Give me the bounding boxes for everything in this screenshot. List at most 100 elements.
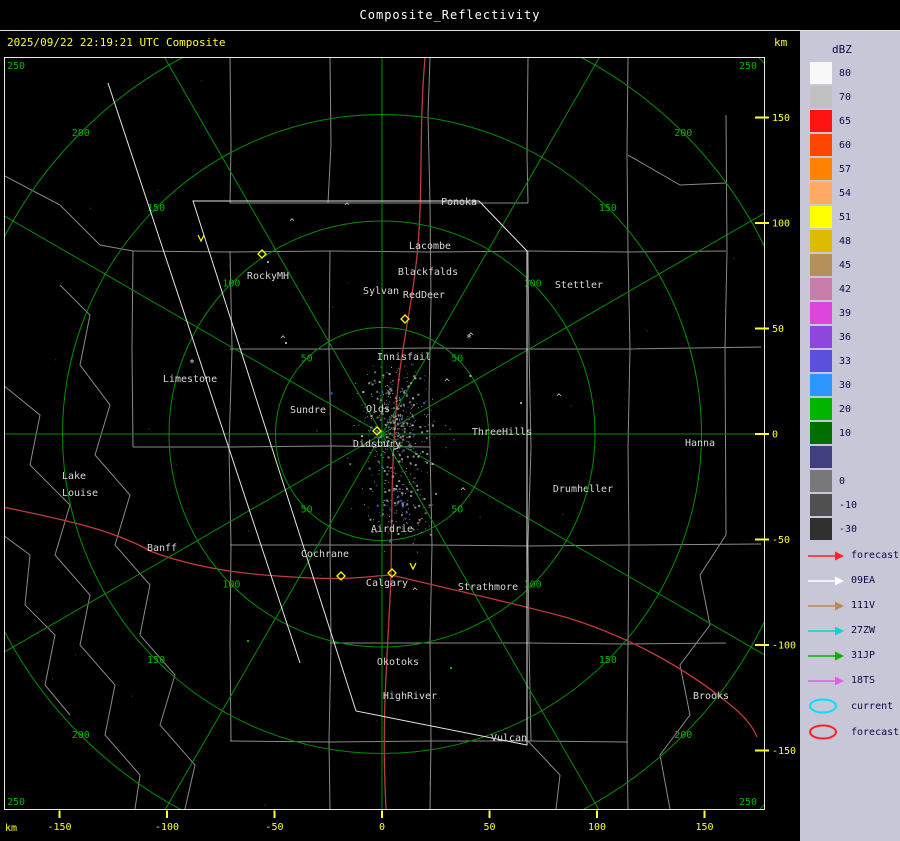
legend-swatch bbox=[810, 182, 832, 204]
track-label: 111V bbox=[851, 600, 876, 611]
green-speck-icon bbox=[450, 667, 452, 669]
track-legend-row: forecast bbox=[800, 719, 900, 745]
range-ring-label: 50 bbox=[301, 504, 313, 515]
city-label: Lacombe bbox=[409, 241, 451, 252]
bottom-axis-label: -100 bbox=[155, 822, 179, 833]
radar-map[interactable]: 50 100 150 200 250 50 100 150 200 250 50 100 150 200 2… bbox=[0, 55, 800, 841]
city-label: Louise bbox=[62, 488, 98, 499]
right-axis-label: -150 bbox=[772, 746, 796, 757]
range-ring-label: 100 bbox=[524, 580, 542, 591]
track-label: 09EA bbox=[851, 575, 876, 586]
legend-swatch bbox=[810, 254, 832, 276]
green-speck-icon bbox=[586, 487, 588, 489]
range-ring-label: 50 bbox=[301, 354, 313, 365]
track-label: 18TS bbox=[851, 675, 876, 686]
yellow-chevron-icon bbox=[409, 562, 417, 571]
range-ring-label: 150 bbox=[147, 655, 165, 666]
dot-marker-icon bbox=[285, 342, 287, 344]
city-label: Calgary bbox=[366, 578, 408, 589]
county-boundary bbox=[427, 58, 431, 204]
azimuth-line bbox=[5, 433, 383, 653]
legend-swatch bbox=[810, 518, 832, 540]
legend-swatch bbox=[810, 422, 832, 444]
legend-entry: 20 bbox=[800, 397, 900, 421]
legend-entry: 54 bbox=[800, 181, 900, 205]
track-legend-row: forecast bbox=[800, 543, 900, 568]
azimuth-line bbox=[381, 433, 600, 809]
dot-marker-icon bbox=[520, 402, 522, 404]
range-ring-label: 150 bbox=[599, 203, 617, 214]
legend-swatch bbox=[810, 206, 832, 228]
right-axis-label: -100 bbox=[772, 641, 796, 652]
city-label: RockyMH bbox=[247, 271, 289, 282]
legend-value: 42 bbox=[839, 283, 852, 295]
track-arrow-icon bbox=[808, 626, 844, 635]
timestamp: 2025/09/22 22:19:21 UTC Composite bbox=[7, 36, 226, 49]
county-boundary bbox=[5, 175, 134, 252]
bottom-axis-label: -50 bbox=[265, 822, 283, 833]
track-arrow-icon bbox=[808, 651, 844, 660]
legend-value: 20 bbox=[839, 403, 852, 415]
city-label: Olds bbox=[366, 404, 390, 415]
track-legend-row: 27ZW bbox=[800, 618, 900, 643]
range-ring-label: 50 bbox=[451, 354, 463, 365]
county-boundary bbox=[328, 250, 332, 546]
legend-panel: dBZ 80 70 65 60 57 54 51 48 45 42 39 36 33 30 20 10 0 -10… bbox=[800, 31, 900, 841]
track-arrow-icon bbox=[808, 576, 844, 585]
range-ring-label: 100 bbox=[222, 580, 240, 591]
city-label: Limestone bbox=[163, 374, 217, 385]
county-boundary bbox=[327, 58, 332, 204]
track-arrow-icon bbox=[808, 601, 844, 610]
caret-marker-icon: ^ bbox=[289, 218, 295, 228]
county-boundary bbox=[229, 740, 629, 743]
legend-swatch bbox=[810, 446, 832, 468]
asterisk-marker-icon: * bbox=[189, 358, 195, 369]
legend-entry: 45 bbox=[800, 253, 900, 277]
city-label: RedDeer bbox=[403, 290, 445, 301]
range-ring-label: 100 bbox=[524, 278, 542, 289]
legend-swatch bbox=[810, 350, 832, 372]
legend-value: 65 bbox=[839, 115, 852, 127]
highway-line bbox=[390, 574, 758, 738]
city-label: Okotoks bbox=[377, 657, 419, 668]
county-boundary bbox=[5, 385, 141, 809]
county-boundary bbox=[328, 544, 332, 809]
green-speck-icon bbox=[247, 640, 249, 642]
right-axis-label: 150 bbox=[772, 113, 790, 124]
legend-swatch bbox=[810, 326, 832, 348]
bottom-axis-label: -150 bbox=[47, 822, 71, 833]
track-label: 31JP bbox=[851, 650, 876, 661]
track-ellipse-icon bbox=[809, 698, 837, 714]
legend-entry: 0 bbox=[800, 469, 900, 493]
legend-swatch bbox=[810, 278, 832, 300]
legend-entry: 30 bbox=[800, 373, 900, 397]
city-label: ThreeHills bbox=[472, 427, 532, 438]
city-label: Drumheller bbox=[553, 484, 613, 495]
legend-entry: 48 bbox=[800, 229, 900, 253]
right-axis-label: 0 bbox=[772, 430, 778, 441]
legend-entry: 51 bbox=[800, 205, 900, 229]
county-boundary bbox=[527, 250, 532, 742]
asterisk-marker-icon: * bbox=[466, 333, 472, 344]
range-ring-label: 250 bbox=[7, 61, 25, 72]
legend-value: 30 bbox=[839, 379, 852, 391]
bottom-axis-label: 0 bbox=[379, 822, 385, 833]
legend-entry: 57 bbox=[800, 157, 900, 181]
county-boundary bbox=[330, 642, 727, 645]
track-legend-row: 18TS bbox=[800, 668, 900, 693]
unit-label-top: km bbox=[774, 36, 788, 49]
azimuth-line bbox=[164, 433, 383, 809]
legend-swatch bbox=[810, 494, 832, 516]
legend-value: 80 bbox=[839, 67, 852, 79]
track-label: 27ZW bbox=[851, 625, 876, 636]
legend-value: -30 bbox=[839, 523, 858, 535]
dbz-scale: 80 70 65 60 57 54 51 48 45 42 39 36 33 30 20 10 0 -10 -30 bbox=[800, 61, 900, 541]
legend-entry: 10 bbox=[800, 421, 900, 445]
track-arrow-icon bbox=[808, 551, 844, 560]
city-label: Vulcan bbox=[491, 733, 527, 744]
city-label: Ponoka bbox=[441, 197, 477, 208]
city-label: Sundre bbox=[290, 405, 326, 416]
legend-swatch bbox=[810, 470, 832, 492]
legend-swatch bbox=[810, 86, 832, 108]
track-label: forecast bbox=[851, 550, 900, 561]
